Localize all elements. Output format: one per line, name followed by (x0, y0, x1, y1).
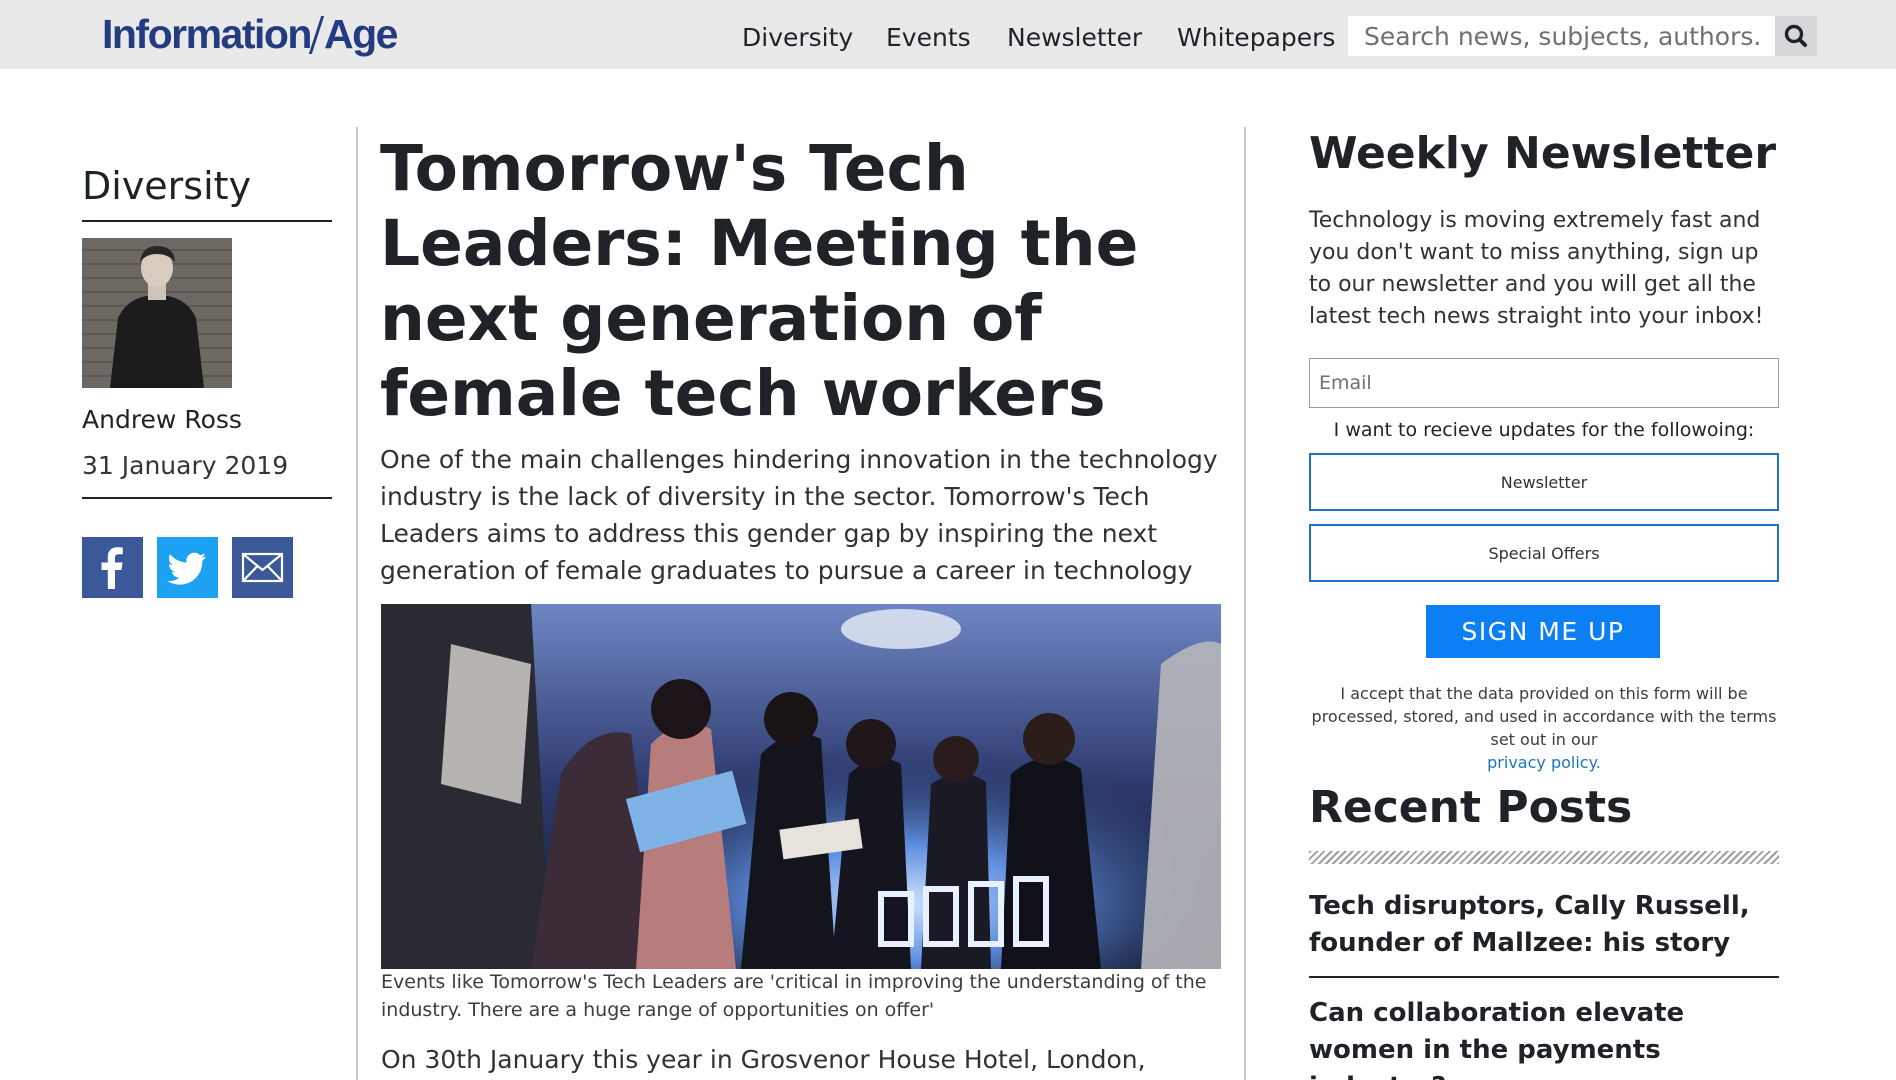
post-divider (1309, 976, 1779, 978)
nav-events[interactable]: Events (886, 20, 971, 56)
recent-posts-divider (1309, 851, 1779, 864)
nav-whitepapers[interactable]: Whitepapers (1177, 20, 1335, 56)
email-field[interactable] (1309, 358, 1779, 408)
recent-posts-heading: Recent Posts (1309, 782, 1633, 833)
recent-post-link[interactable]: Tech disruptors, Cally Russell, founder … (1309, 888, 1779, 962)
share-email-button[interactable] (232, 537, 293, 598)
author-avatar (82, 238, 232, 388)
meta-divider-top (82, 220, 332, 222)
nav-newsletter[interactable]: Newsletter (1007, 20, 1142, 56)
share-twitter-button[interactable] (157, 537, 218, 598)
column-divider-left (356, 127, 358, 1080)
search-input[interactable] (1348, 16, 1775, 56)
meta-divider-bottom (82, 497, 332, 499)
site-logo[interactable]: Information Age (102, 11, 398, 57)
legal-text: I accept that the data provided on this … (1311, 684, 1777, 749)
email-icon (232, 537, 293, 598)
newsletter-heading: Weekly Newsletter (1309, 128, 1777, 179)
article-headline: Tomorrow's Tech Leaders: Meeting the nex… (380, 132, 1139, 430)
author-photo (82, 238, 232, 388)
column-divider-right (1244, 127, 1246, 1080)
updates-label: I want to recieve updates for the follow… (1333, 419, 1755, 441)
search-bar (1348, 16, 1817, 56)
privacy-policy-link[interactable]: privacy policy. (1487, 753, 1601, 772)
logo-information: Information (102, 11, 312, 57)
site-header: Information Age Diversity Events Newslett… (0, 0, 1896, 69)
logo-age: Age (323, 11, 398, 57)
image-caption: Events like Tomorrow's Tech Leaders are … (381, 971, 1207, 1021)
option-special-offers-button[interactable]: Special Offers (1309, 524, 1779, 582)
category-link[interactable]: Diversity (82, 163, 251, 209)
recent-post-link[interactable]: Can collaboration elevate women in the p… (1309, 995, 1779, 1080)
search-button[interactable] (1775, 16, 1817, 56)
article-hero-image (381, 604, 1221, 969)
author-name: Andrew Ross (82, 405, 242, 434)
sign-up-button[interactable]: SIGN ME UP (1426, 605, 1660, 658)
twitter-icon (157, 537, 218, 598)
legal-notice: I accept that the data provided on this … (1309, 682, 1779, 774)
logo-slash (308, 16, 325, 54)
share-facebook-button[interactable] (82, 537, 143, 598)
article-standfirst: One of the main challenges hindering inn… (380, 445, 1218, 585)
publish-date: 31 January 2019 (82, 451, 289, 480)
event-photo (381, 604, 1221, 969)
search-icon (1784, 24, 1807, 47)
newsletter-description: Technology is moving extremely fast and … (1309, 208, 1764, 329)
option-newsletter-button[interactable]: Newsletter (1309, 453, 1779, 511)
facebook-icon (82, 537, 143, 598)
nav-diversity[interactable]: Diversity (742, 20, 853, 56)
article-body-paragraph: On 30th January this year in Grosvenor H… (381, 1045, 1146, 1074)
